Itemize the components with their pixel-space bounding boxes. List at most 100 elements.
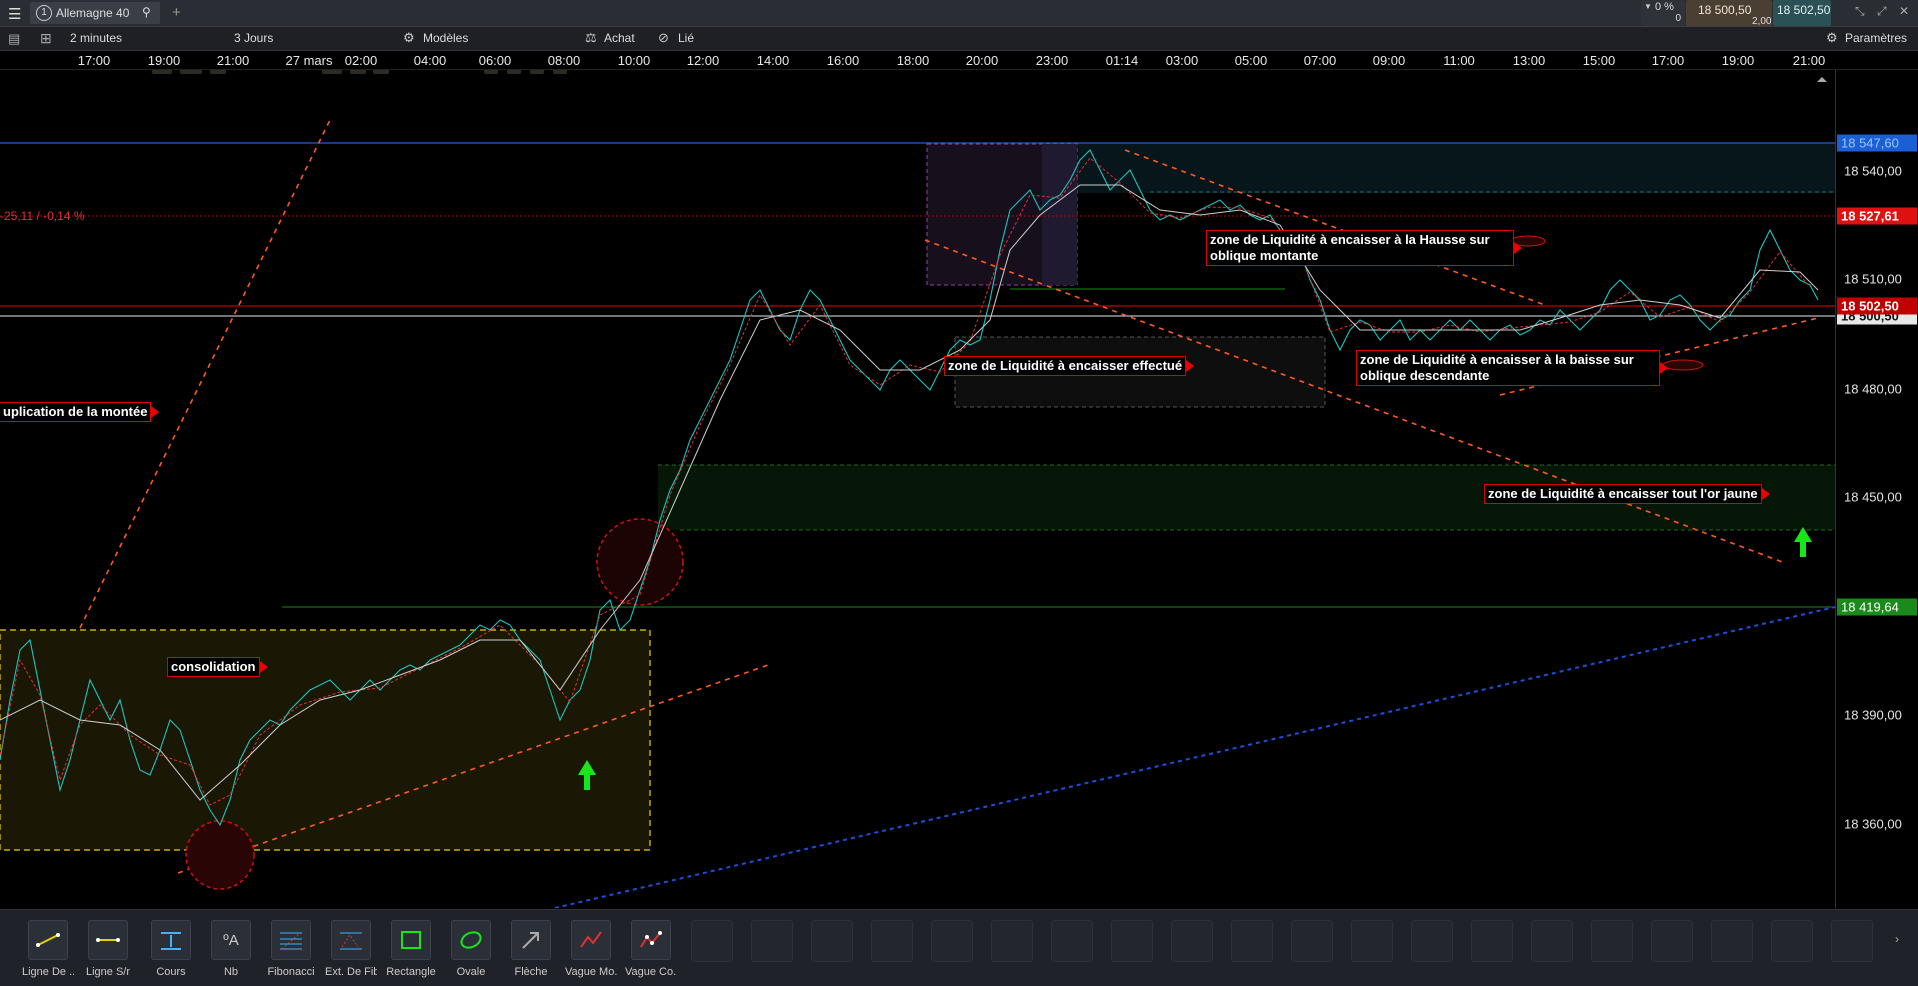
tool-fib-extension[interactable]: Ext. De Fib. (325, 920, 377, 984)
empty-tool-slot[interactable] (1651, 920, 1693, 962)
empty-tool-slot[interactable] (1591, 920, 1633, 962)
empty-tool-slot[interactable] (871, 920, 913, 962)
search-icon[interactable]: ⚲ (142, 5, 151, 19)
tool-trend-line[interactable]: Ligne De ... (22, 920, 74, 984)
change-value: 0 (1675, 13, 1681, 24)
time-label: 07:00 (1303, 53, 1337, 68)
tool-rectangle[interactable]: Rectangle (385, 920, 437, 984)
tool-price[interactable]: Cours (145, 920, 197, 984)
tool-correction-wave[interactable]: Vague Co... (625, 920, 677, 984)
purple-zone-inner (1042, 144, 1077, 285)
time-label: 12:00 (686, 53, 720, 68)
ask-button[interactable]: 18 502,50 (1773, 0, 1831, 26)
ellipse-icon (451, 920, 491, 960)
tool-label: Ligne De ... (22, 966, 74, 978)
consolidation-zone[interactable] (0, 629, 651, 851)
empty-tool-slot[interactable] (1411, 920, 1453, 962)
timeframe-select[interactable]: 2 minutes (70, 31, 122, 45)
empty-tool-slot[interactable] (1771, 920, 1813, 962)
empty-tool-slot[interactable] (751, 920, 793, 962)
price-axis[interactable]: 18 540,00 18 510,00 18 480,00 18 450,00 … (1835, 70, 1918, 908)
time-label: 17:00 (1651, 53, 1685, 68)
tool-wave[interactable]: Vague Mo... (565, 920, 617, 984)
tool-ellipse[interactable]: Ovale (445, 920, 497, 984)
chart-canvas[interactable]: -25,11 / -0,14 % uplication de la montée… (0, 70, 1835, 908)
price-label: 18 510,00 (1844, 271, 1902, 287)
settings-button[interactable]: Paramètres (1845, 31, 1907, 45)
time-label: 19:00 (1721, 53, 1755, 68)
empty-tool-slot[interactable] (1351, 920, 1393, 962)
green-arrow-icon (1794, 527, 1812, 557)
time-axis: 17:00 19:00 21:00 27 mars 02:00 04:00 06… (0, 51, 1918, 70)
annotation-liquidity-up-line1: zone de Liquidité à encaisser à la Hauss… (1210, 232, 1490, 247)
blue-trendline[interactable] (554, 606, 1835, 908)
price-marker-icon (151, 920, 191, 960)
time-label: 13:00 (1512, 53, 1546, 68)
empty-tool-slot[interactable] (1111, 920, 1153, 962)
hamburger-icon[interactable]: ☰ (8, 5, 21, 23)
scroll-right-icon[interactable]: › (1895, 932, 1899, 946)
annotation-liquidity-executed[interactable]: zone de Liquidité à encaisser effectué (944, 356, 1195, 376)
models-icon[interactable]: ⚙ (403, 30, 415, 46)
support-circle[interactable] (185, 820, 255, 890)
tool-note[interactable]: ºA Nb (205, 920, 257, 984)
annotation-consolidation[interactable]: consolidation (167, 657, 267, 677)
instrument-number-badge: 1 (36, 5, 52, 21)
link-icon[interactable]: ⊘ (658, 30, 669, 46)
tool-sr-line[interactable]: Ligne S/r (82, 920, 134, 984)
buy-icon[interactable]: ⚖ (585, 30, 597, 46)
link-button[interactable]: Lié (678, 31, 694, 45)
time-label: 11:00 (1443, 53, 1475, 68)
period-select[interactable]: 3 Jours (234, 31, 273, 45)
price-label: 18 450,00 (1844, 489, 1902, 505)
instrument-name: Allemagne 40 (56, 6, 130, 20)
empty-tool-slot[interactable] (1231, 920, 1273, 962)
price-label: 18 360,00 (1844, 816, 1902, 832)
empty-tool-slot[interactable] (1171, 920, 1213, 962)
tool-fibonacci[interactable]: Fibonacci (265, 920, 317, 984)
close-icon[interactable]: ✕ (1899, 4, 1909, 18)
empty-tool-slot[interactable] (691, 920, 733, 962)
bid-price: 18 500,50 (1698, 3, 1752, 17)
empty-tool-slot[interactable] (931, 920, 973, 962)
time-label: 21:00 (1792, 53, 1826, 68)
price-tag-green: 18 419,64 (1837, 598, 1917, 616)
empty-tool-slot[interactable] (1051, 920, 1093, 962)
wave-icon (571, 920, 611, 960)
time-label: 15:00 (1582, 53, 1616, 68)
collapse-icon[interactable]: ⤡ (1855, 4, 1865, 19)
annotation-liquidity-gold[interactable]: zone de Liquidité à encaisser tout l'or … (1484, 484, 1770, 504)
tool-label: Ovale (456, 966, 486, 978)
upper-liquidity-zone[interactable] (1040, 143, 1835, 193)
orange-trend-steep[interactable] (79, 119, 331, 629)
layout-icon[interactable]: ⊞ (40, 30, 52, 47)
correction-wave-icon (631, 920, 671, 960)
annotation-liquidity-down[interactable]: zone de Liquidité à encaisser à la baiss… (1356, 350, 1668, 386)
tool-label: Ext. De Fib. (325, 966, 377, 978)
tool-label: Nb (223, 966, 239, 978)
models-button[interactable]: Modèles (423, 31, 468, 45)
buy-button[interactable]: Achat (604, 31, 635, 45)
empty-tool-slot[interactable] (1831, 920, 1873, 962)
empty-tool-slot[interactable] (1471, 920, 1513, 962)
change-overlay: -25,11 / -0,14 % (0, 209, 85, 223)
list-icon[interactable]: ▤ (8, 31, 20, 47)
tool-arrow[interactable]: Flèche (505, 920, 557, 984)
annotation-duplication[interactable]: uplication de la montée (0, 402, 160, 422)
empty-tool-slot[interactable] (1291, 920, 1333, 962)
empty-tool-slot[interactable] (811, 920, 853, 962)
gear-icon[interactable]: ⚙ (1826, 30, 1838, 46)
empty-tool-slot[interactable] (991, 920, 1033, 962)
horizontal-line-icon (88, 920, 128, 960)
time-label: 01:14 (1105, 53, 1139, 68)
annotation-liquidity-up[interactable]: zone de Liquidité à encaisser à la Hauss… (1206, 230, 1522, 266)
empty-tool-slot[interactable] (1531, 920, 1573, 962)
instrument-tab[interactable]: 1 Allemagne 40 ⚲ (30, 2, 160, 24)
add-tab-button[interactable]: + (172, 4, 181, 21)
breakout-circle[interactable] (596, 518, 684, 606)
empty-tool-slot[interactable] (1711, 920, 1753, 962)
price-tag-current: 18 502,50 (1837, 297, 1917, 315)
tool-label: Rectangle (386, 966, 436, 978)
expand-icon[interactable]: ⤢ (1877, 4, 1887, 19)
tool-label: Cours (156, 966, 186, 978)
